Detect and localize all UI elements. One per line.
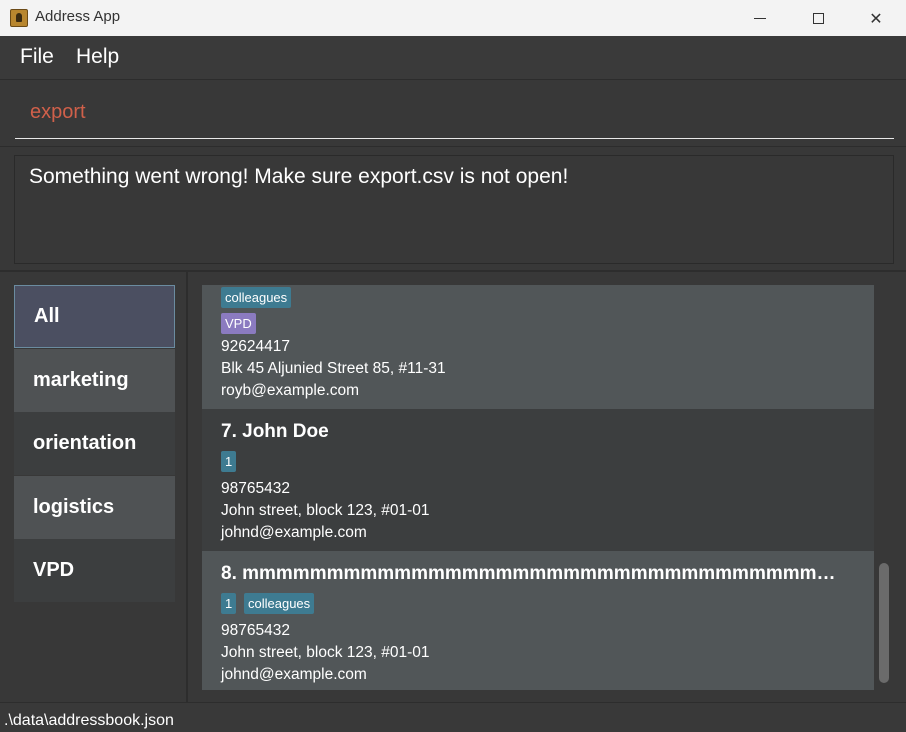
person-card[interactable]: colleagues VPD 92624417 Blk 45 Aljunied … [202,285,874,409]
person-card[interactable]: 7. John Doe 1 98765432 John street, bloc… [202,409,874,551]
result-message: Something went wrong! Make sure export.c… [29,165,569,188]
window-title: Address App [35,8,121,25]
person-address: John street, block 123, #01-01 [221,644,430,661]
menu-file[interactable]: File [20,45,54,69]
minimize-icon [754,17,766,19]
person-name: 7. John Doe [221,421,329,442]
tag-item-vpd[interactable]: VPD [14,539,175,602]
result-display[interactable]: Something went wrong! Make sure export.c… [14,155,894,264]
menu-help[interactable]: Help [76,45,119,69]
tag-item-logistics[interactable]: logistics [14,476,175,539]
command-input[interactable]: export [15,91,894,139]
person-list[interactable]: colleagues VPD 92624417 Blk 45 Aljunied … [202,285,874,690]
person-phone: 98765432 [221,622,290,639]
status-bar: .\data\addressbook.json [0,702,906,732]
save-location: .\data\addressbook.json [4,712,174,729]
person-email: royb@example.com [221,382,360,399]
person-phone: 92624417 [221,338,290,355]
person-tag: 1 [221,451,237,472]
tag-item-marketing[interactable]: marketing [14,349,175,412]
maximize-button[interactable] [789,0,847,36]
person-email: johnd@example.com [221,524,367,541]
person-tag: colleagues [244,593,315,614]
menu-bar: File Help [0,36,906,80]
person-email: johnd@example.com [221,666,367,683]
person-card[interactable]: 8. mmmmmmmmmmmmmmmmmmmmmmmmmmmmmmmmmmmmm… [202,551,874,690]
command-text: export [30,101,86,123]
minimize-button[interactable] [731,0,789,36]
address-book-icon [10,9,28,27]
person-name: 8. mmmmmmmmmmmmmmmmmmmmmmmmmmmmmmmmmmmmm… [221,563,851,584]
tag-item-all[interactable]: All [14,285,175,348]
person-list-panel: colleagues VPD 92624417 Blk 45 Aljunied … [190,272,906,702]
person-tag: 1 [221,593,237,614]
tag-item-orientation[interactable]: orientation [14,412,175,475]
command-area: export [0,81,906,147]
person-tag: VPD [221,313,256,334]
person-address: Blk 45 Aljunied Street 85, #11-31 [221,360,446,377]
person-tag: colleagues [221,287,292,308]
person-address: John street, block 123, #01-01 [221,502,430,519]
close-icon: ✕ [869,8,883,28]
maximize-icon [812,12,824,24]
scrollbar-thumb[interactable] [879,563,889,683]
tag-list-panel: All marketing orientation logistics VPD [0,272,188,702]
person-phone: 98765432 [221,480,290,497]
close-button[interactable]: ✕ [847,0,905,36]
title-bar: Address App ✕ [0,0,906,36]
